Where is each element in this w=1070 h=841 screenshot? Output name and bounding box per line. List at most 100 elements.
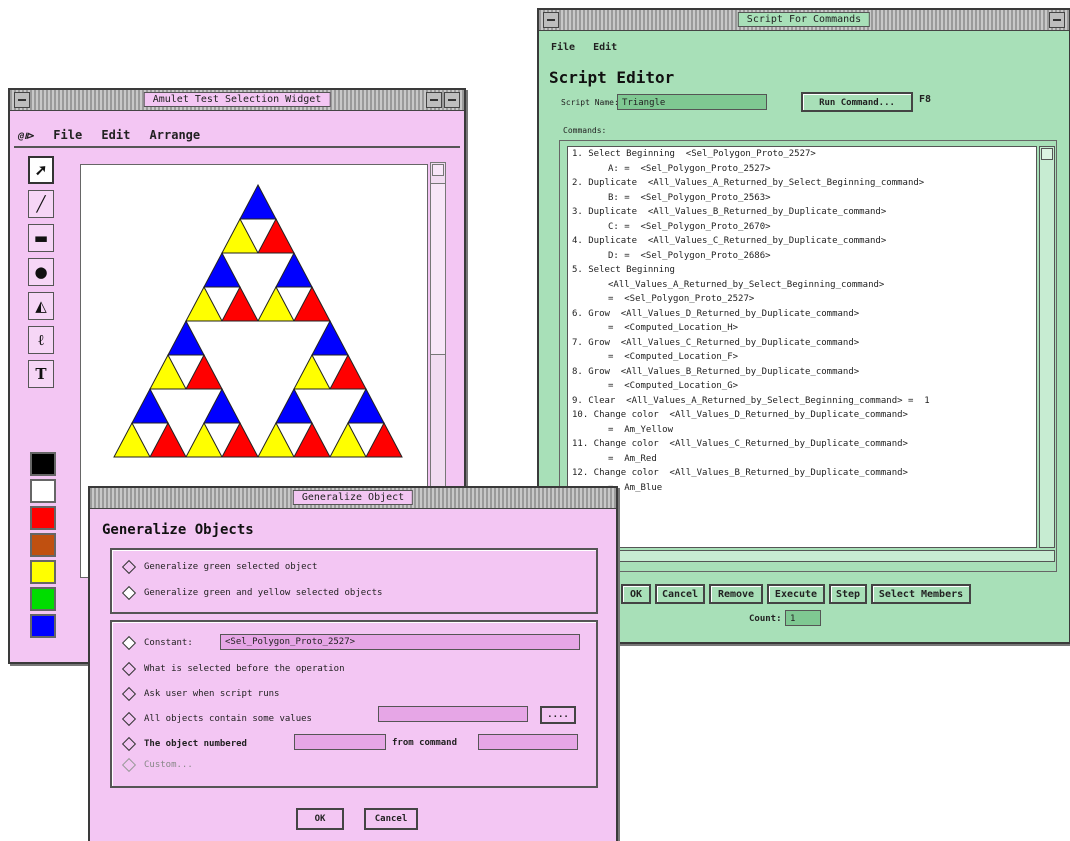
- triangle-shape[interactable]: [347, 387, 385, 424]
- step-button[interactable]: Step: [829, 584, 867, 604]
- triangle-shape[interactable]: [293, 421, 331, 458]
- command-line[interactable]: = <Computed_Location_H>: [568, 321, 1036, 336]
- command-line[interactable]: 4. Duplicate <All_Values_C_Returned_by_D…: [568, 234, 1036, 249]
- command-line[interactable]: B: = <Sel_Polygon_Proto_2563>: [568, 191, 1036, 206]
- commands-vertical-scrollbar[interactable]: [1039, 146, 1055, 548]
- constant-option[interactable]: Constant:: [121, 635, 193, 651]
- triangle-shape[interactable]: [293, 353, 331, 390]
- command-line[interactable]: = Am_Blue: [568, 481, 1036, 496]
- command-line[interactable]: C: = <Sel_Polygon_Proto_2670>: [568, 220, 1036, 235]
- command-line[interactable]: D: = <Sel_Polygon_Proto_2686>: [568, 249, 1036, 264]
- triangle-shape[interactable]: [185, 353, 223, 390]
- script-window-titlebar[interactable]: Script For Commands: [539, 10, 1069, 31]
- command-line[interactable]: A: = <Sel_Polygon_Proto_2527>: [568, 162, 1036, 177]
- triangle-shape[interactable]: [113, 421, 151, 458]
- triangle-shape[interactable]: [275, 251, 313, 288]
- value-option[interactable]: All objects contain some values: [121, 711, 312, 727]
- ok-button[interactable]: OK: [621, 584, 651, 604]
- window-menu-button[interactable]: [543, 12, 559, 28]
- text-tool[interactable]: T: [28, 360, 54, 388]
- triangle-shape[interactable]: [311, 319, 349, 356]
- command-line[interactable]: <All_Values_A_Returned_by_Select_Beginni…: [568, 278, 1036, 293]
- cancel-button[interactable]: Cancel: [655, 584, 705, 604]
- triangle-shape[interactable]: [257, 421, 295, 458]
- execute-button[interactable]: Execute: [767, 584, 825, 604]
- triangle-shape[interactable]: [185, 421, 223, 458]
- command-line[interactable]: = <Sel_Polygon_Proto_2527>: [568, 292, 1036, 307]
- generalize-dialog-titlebar[interactable]: Generalize Object: [90, 488, 616, 509]
- scrollbar-thumb[interactable]: [431, 183, 445, 355]
- radio-selected-icon[interactable]: [121, 635, 137, 651]
- triangle-shape[interactable]: [329, 353, 367, 390]
- count-field[interactable]: 1: [785, 610, 821, 626]
- from-command-field[interactable]: [478, 734, 578, 750]
- rectangle-tool[interactable]: ▬: [28, 224, 54, 252]
- command-line[interactable]: = <Computed_Location_F>: [568, 350, 1036, 365]
- triangle-shape[interactable]: [257, 285, 295, 322]
- triangle-shape[interactable]: [185, 285, 223, 322]
- menu-file[interactable]: File: [53, 128, 82, 142]
- constant-field[interactable]: <Sel_Polygon_Proto_2527>: [220, 634, 580, 650]
- color-swatch[interactable]: [30, 452, 56, 476]
- triangle-shape[interactable]: [293, 285, 331, 322]
- scope-option[interactable]: Generalize green selected object: [121, 559, 317, 575]
- pointer-tool[interactable]: ➚: [28, 156, 54, 184]
- color-swatch[interactable]: [30, 587, 56, 611]
- custom-option[interactable]: Custom...: [121, 757, 193, 773]
- select-members-button[interactable]: Select Members: [871, 584, 971, 604]
- browse-button[interactable]: ....: [540, 706, 576, 724]
- command-line[interactable]: 6. Grow <All_Values_D_Returned_by_Duplic…: [568, 307, 1036, 322]
- radio-icon[interactable]: [121, 686, 137, 702]
- color-swatch[interactable]: [30, 479, 56, 503]
- triangle-shape[interactable]: [203, 387, 241, 424]
- values-field[interactable]: [378, 706, 528, 722]
- line-tool[interactable]: ╱: [28, 190, 54, 218]
- object-number-field[interactable]: [294, 734, 386, 750]
- script-name-field[interactable]: Triangle: [617, 94, 767, 110]
- triangle-shape[interactable]: [365, 421, 403, 458]
- color-swatch[interactable]: [30, 533, 56, 557]
- minimize-button[interactable]: [1049, 12, 1065, 28]
- window-menu-button[interactable]: [14, 92, 30, 108]
- command-line[interactable]: 11. Change color <All_Values_C_Returned_…: [568, 437, 1036, 452]
- command-line[interactable]: 9. Clear <All_Values_A_Returned_by_Selec…: [568, 394, 1036, 409]
- polygon-tool[interactable]: ◭: [28, 292, 54, 320]
- scroll-up-arrow-icon[interactable]: [1041, 148, 1053, 160]
- command-line[interactable]: = Am_Yellow: [568, 423, 1036, 438]
- color-swatch[interactable]: [30, 506, 56, 530]
- command-line[interactable]: 5. Select Beginning: [568, 263, 1036, 278]
- triangle-shape[interactable]: [203, 251, 241, 288]
- freehand-tool[interactable]: ℓ: [28, 326, 54, 354]
- radio-disabled-icon[interactable]: [121, 757, 137, 773]
- radio-icon[interactable]: [121, 559, 137, 575]
- circle-tool[interactable]: ●: [28, 258, 54, 286]
- triangle-shape[interactable]: [221, 421, 259, 458]
- command-line[interactable]: 7. Grow <All_Values_C_Returned_by_Duplic…: [568, 336, 1036, 351]
- triangle-shape[interactable]: [239, 183, 277, 220]
- menu-edit[interactable]: Edit: [593, 42, 617, 53]
- ok-button[interactable]: OK: [296, 808, 344, 830]
- triangle-shape[interactable]: [221, 285, 259, 322]
- triangle-shape[interactable]: [257, 217, 295, 254]
- command-line[interactable]: 2. Duplicate <All_Values_A_Returned_by_S…: [568, 176, 1036, 191]
- command-line[interactable]: = <Computed_Location_G>: [568, 379, 1036, 394]
- minimize-button[interactable]: [426, 92, 442, 108]
- color-swatch[interactable]: [30, 560, 56, 584]
- scope-option[interactable]: Generalize green and yellow selected obj…: [121, 585, 382, 601]
- triangle-shape[interactable]: [131, 387, 169, 424]
- commands-list[interactable]: 1. Select Beginning <Sel_Polygon_Proto_2…: [567, 146, 1037, 548]
- radio-icon[interactable]: [121, 736, 137, 752]
- remove-button[interactable]: Remove: [709, 584, 763, 604]
- triangle-shape[interactable]: [149, 421, 187, 458]
- radio-icon[interactable]: [121, 661, 137, 677]
- command-line[interactable]: 8. Grow <All_Values_B_Returned_by_Duplic…: [568, 365, 1036, 380]
- triangle-shape[interactable]: [329, 421, 367, 458]
- command-line[interactable]: = Am_Red: [568, 452, 1036, 467]
- color-swatch[interactable]: [30, 614, 56, 638]
- run-command-button[interactable]: Run Command...: [801, 92, 913, 112]
- command-line[interactable]: 12. Change color <All_Values_B_Returned_…: [568, 466, 1036, 481]
- triangle-shape[interactable]: [275, 387, 313, 424]
- triangle-shape[interactable]: [167, 319, 205, 356]
- radio-selected-icon[interactable]: [121, 585, 137, 601]
- command-line[interactable]: 10. Change color <All_Values_D_Returned_…: [568, 408, 1036, 423]
